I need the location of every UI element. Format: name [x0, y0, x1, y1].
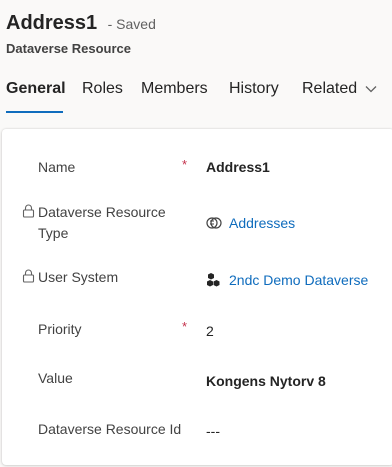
tab-history[interactable]: History — [229, 80, 279, 98]
priority-value[interactable]: 2 — [206, 323, 214, 339]
resource-id-value[interactable]: --- — [206, 423, 220, 439]
tab-related-label: Related — [302, 80, 358, 97]
user-system-link[interactable]: 2ndc Demo Dataverse — [229, 272, 368, 288]
required-indicator: * — [182, 319, 188, 334]
user-system-label: User System — [38, 269, 119, 285]
entity-type: Dataverse Resource — [6, 41, 132, 56]
name-label: Name — [38, 159, 76, 175]
lookup-table-icon — [206, 217, 222, 229]
tab-general[interactable]: General — [6, 80, 66, 98]
active-tab-indicator — [6, 111, 63, 113]
lock-icon — [22, 269, 35, 283]
value-label: Value — [38, 370, 73, 386]
general-form-card: Name * Address1 Dataverse Resource Type … — [2, 129, 392, 465]
lock-icon — [22, 204, 35, 218]
record-title: Address1 — [6, 12, 98, 34]
tab-roles[interactable]: Roles — [82, 80, 123, 98]
cubes-icon — [207, 273, 220, 287]
resource-type-label: Dataverse Resource Type — [38, 202, 166, 244]
value-value[interactable]: Kongens Nytorv 8 — [206, 373, 326, 389]
resource-id-label: Dataverse Resource Id — [38, 421, 182, 437]
tab-members[interactable]: Members — [141, 80, 208, 98]
priority-label: Priority — [38, 321, 82, 337]
name-value[interactable]: Address1 — [206, 159, 270, 175]
chevron-down-icon — [365, 85, 377, 93]
resource-type-label-line1: Dataverse Resource — [38, 204, 166, 220]
saved-status: - Saved — [107, 16, 156, 32]
title-row: Address1 - Saved — [6, 12, 156, 35]
tab-related[interactable]: Related — [302, 80, 377, 98]
resource-type-label-line2: Type — [38, 225, 69, 241]
tab-bar: General Roles Members History Related — [0, 76, 392, 116]
required-indicator: * — [182, 157, 188, 172]
resource-type-link[interactable]: Addresses — [229, 215, 295, 231]
